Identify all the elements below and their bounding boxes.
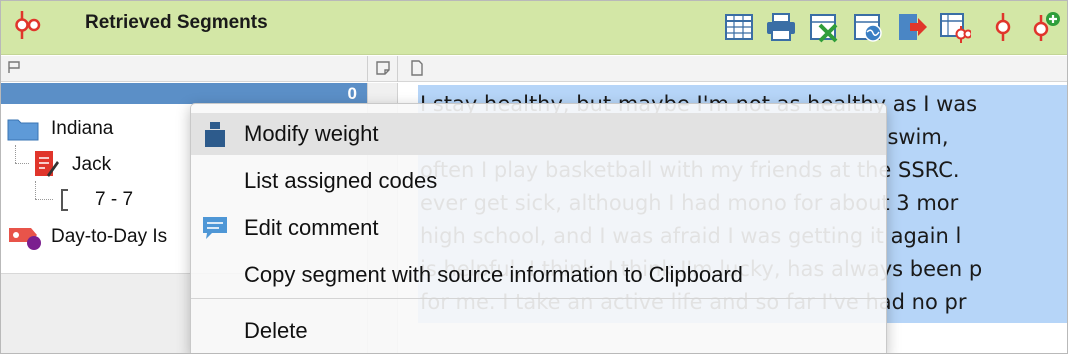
column-divider[interactable] bbox=[397, 56, 398, 82]
tree-connector bbox=[35, 181, 36, 199]
menu-separator bbox=[191, 298, 886, 299]
menu-label: Copy segment with source information to … bbox=[244, 262, 743, 287]
print-icon[interactable] bbox=[765, 11, 797, 43]
menu-label: Modify weight bbox=[244, 121, 379, 146]
export-html-icon[interactable] bbox=[852, 11, 884, 43]
menu-label: Delete bbox=[244, 318, 308, 343]
folder-icon bbox=[7, 119, 39, 141]
menu-item-delete[interactable]: Delete bbox=[191, 310, 886, 352]
tree-item-segment[interactable]: 7 - 7 bbox=[95, 189, 133, 211]
tree-item-code[interactable]: Day-to-Day Is bbox=[51, 226, 167, 248]
memo-icon[interactable] bbox=[375, 60, 391, 76]
menu-item-list-codes[interactable]: List assigned codes bbox=[191, 160, 886, 202]
column-divider[interactable] bbox=[367, 56, 368, 82]
code-pin-icon bbox=[15, 11, 41, 39]
comment-icon bbox=[203, 217, 227, 239]
selected-tree-row[interactable]: 0 bbox=[1, 83, 367, 104]
flag-icon[interactable] bbox=[7, 60, 21, 74]
menu-item-edit-comment[interactable]: Edit comment bbox=[191, 207, 886, 249]
code-tag-icon bbox=[9, 228, 41, 250]
export-excel-icon[interactable] bbox=[808, 11, 840, 43]
tree-item-indiana[interactable]: Indiana bbox=[51, 118, 113, 140]
menu-item-copy-segment[interactable]: Copy segment with source information to … bbox=[191, 254, 886, 296]
context-menu: Modify weight List assigned codes Edit c… bbox=[190, 103, 887, 353]
table-view-icon[interactable] bbox=[723, 11, 755, 43]
menu-item-modify-weight[interactable]: Modify weight bbox=[191, 113, 886, 155]
tree-connector bbox=[35, 199, 53, 200]
document-icon bbox=[35, 151, 59, 177]
retrieved-segments-window: Retrieved Segments 0 Indiana Jack 7 - 7 … bbox=[0, 0, 1068, 354]
page-icon[interactable] bbox=[410, 60, 424, 76]
tree-connector bbox=[15, 163, 29, 164]
add-code-pin-icon[interactable] bbox=[1029, 11, 1061, 43]
window-title: Retrieved Segments bbox=[85, 12, 268, 33]
segment-bracket-icon bbox=[61, 189, 68, 211]
tree-connector bbox=[15, 145, 16, 163]
column-header-bar bbox=[1, 56, 1067, 82]
code-pin-icon[interactable] bbox=[987, 11, 1019, 43]
tree-item-jack[interactable]: Jack bbox=[72, 154, 111, 176]
menu-label: Edit comment bbox=[244, 215, 379, 240]
table-codes-icon[interactable] bbox=[939, 11, 971, 43]
export-arrow-icon[interactable] bbox=[896, 11, 928, 43]
segment-count: 0 bbox=[347, 84, 357, 103]
menu-label: List assigned codes bbox=[244, 168, 438, 193]
window-header: Retrieved Segments bbox=[1, 1, 1067, 55]
weight-icon bbox=[205, 122, 225, 147]
